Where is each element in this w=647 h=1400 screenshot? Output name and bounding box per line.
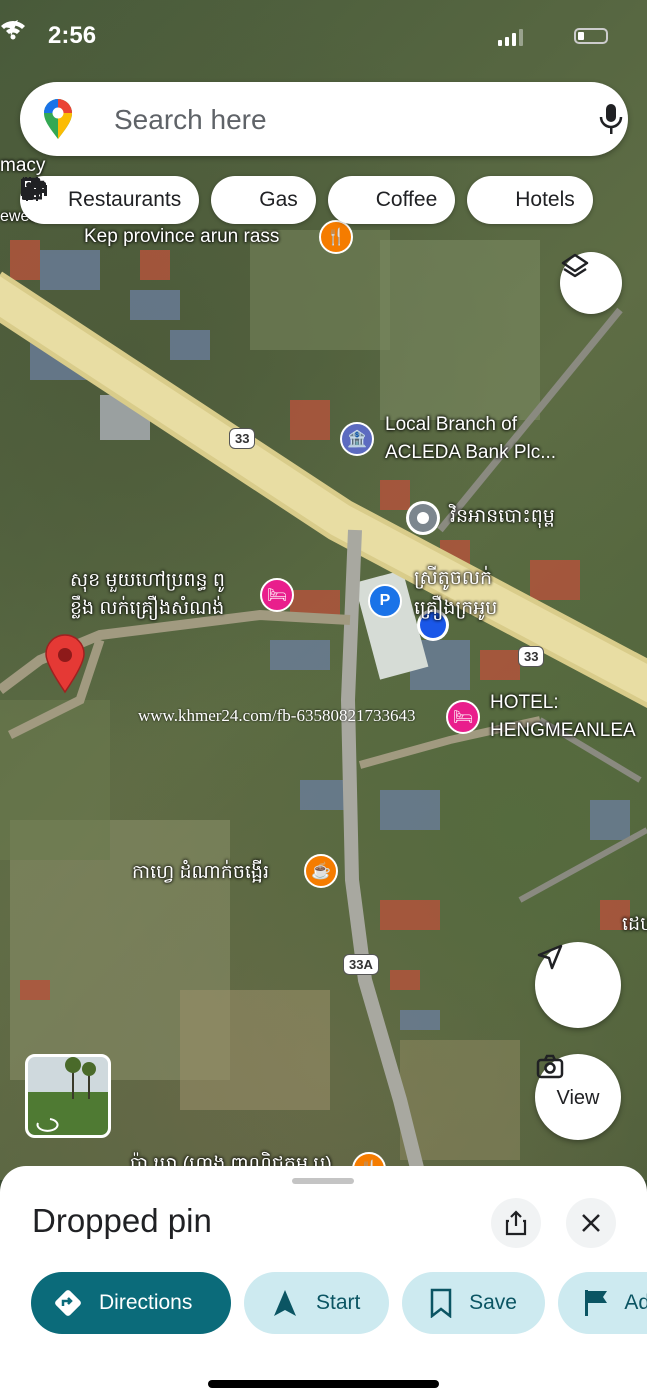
action-buttons: Directions Start Save Ad (31, 1272, 647, 1334)
map-label-arun-rass[interactable]: Kep province arun rass (84, 226, 279, 248)
directions-button[interactable]: Directions (31, 1272, 231, 1334)
map-label-perfume-shop[interactable]: គ្រឿងក្រអូប (414, 596, 497, 624)
map-label-print-shop[interactable]: វិនអានបោះពុម្ព (450, 504, 555, 532)
cellular-signal-icon (498, 28, 523, 46)
dropped-pin-marker (45, 634, 85, 694)
sheet-drag-handle[interactable] (292, 1178, 354, 1184)
map-label-hardware-hotel[interactable]: ខ្លឹង លក់គ្រឿងសំណង់ (70, 596, 224, 624)
cafe-poi-icon[interactable]: ☕ (304, 854, 338, 888)
view-button[interactable]: View (535, 1054, 621, 1140)
close-button[interactable] (566, 1198, 616, 1248)
directions-icon (51, 1286, 85, 1320)
hotel-poi-icon[interactable]: 🛏 (446, 700, 480, 734)
route-33-shield: 33 (229, 428, 256, 449)
hotel-poi-icon[interactable]: 🛏 (260, 578, 294, 612)
add-label-button[interactable]: Ad (558, 1272, 647, 1334)
map-label-edge: ដេប (622, 914, 647, 935)
chip-coffee[interactable]: Coffee (21, 176, 456, 224)
search-placeholder[interactable]: Search here (114, 104, 267, 136)
navigation-arrow-icon (268, 1286, 302, 1320)
map-label-hotel[interactable]: HENGMEANLEA (490, 720, 636, 742)
start-button[interactable]: Start (244, 1272, 389, 1334)
gas-pump-icon (22, 178, 251, 213)
chip-gas[interactable]: Gas (22, 176, 316, 224)
view-button-label: View (556, 1086, 600, 1109)
share-button[interactable] (491, 1198, 541, 1248)
street-view-preview (36, 1057, 96, 1132)
status-time: 2:56 (48, 22, 97, 49)
status-bar: 2:56 (0, 18, 647, 54)
my-location-button[interactable] (535, 942, 621, 1028)
chip-hotels[interactable]: Hotels (21, 176, 593, 224)
bank-poi-icon[interactable]: 🏦 (340, 422, 374, 456)
camera-icon (536, 1054, 564, 1079)
map-label-hotel[interactable]: HOTEL: (490, 692, 559, 714)
map-label-acleda[interactable]: Local Branch of (385, 414, 517, 436)
route-33a-shield: 33A (343, 954, 379, 975)
navigation-arrow-icon (537, 944, 563, 970)
wifi-icon (1, 21, 25, 40)
restaurant-poi-icon[interactable]: 🍴 (319, 220, 353, 254)
coffee-cup-icon (21, 177, 368, 213)
microphone-icon[interactable] (596, 102, 626, 136)
home-indicator[interactable] (208, 1380, 439, 1388)
map-label-acleda[interactable]: ACLEDA Bank Plc... (385, 442, 556, 464)
share-icon (505, 1210, 527, 1236)
map-label-edge: macy (0, 155, 46, 176)
bookmark-icon (426, 1286, 455, 1320)
category-chips: Restaurants Gas Coffee Hotels (20, 176, 593, 224)
map-label-cafe[interactable]: កាហ្វេ ដំណាក់ចង្អេីរ (132, 860, 269, 888)
flag-icon (582, 1286, 610, 1320)
map-label-hardware-hotel[interactable]: សុខ មួយហៅប្រពន្ធ ពូ (70, 568, 225, 596)
watermark: www.khmer24.com/fb-63580821733643 (138, 706, 416, 725)
battery-icon (574, 28, 608, 44)
bed-icon (21, 179, 507, 213)
google-maps-pin-icon (44, 99, 72, 139)
close-icon (582, 1214, 600, 1232)
save-button[interactable]: Save (402, 1272, 545, 1334)
layers-button[interactable] (560, 252, 622, 314)
place-title: Dropped pin (32, 1202, 212, 1239)
rotate-360-icon (36, 1118, 59, 1132)
map-label-perfume-shop[interactable]: ស្រីតូចលក់ (414, 566, 492, 594)
parking-poi-icon[interactable]: P (368, 584, 402, 618)
layers-icon (561, 253, 589, 278)
route-33-shield: 33 (518, 646, 545, 667)
street-view-thumbnail[interactable] (25, 1054, 111, 1138)
map-canvas[interactable]: 🍴 🏦 🛏 P 🛏 ☕ 🍴 33 33 33A macy ewed Kep pr… (0, 0, 647, 1180)
bottom-sheet[interactable]: Dropped pin Directions Start Save Ad (0, 1166, 647, 1400)
search-bar[interactable]: Search here (20, 82, 628, 156)
